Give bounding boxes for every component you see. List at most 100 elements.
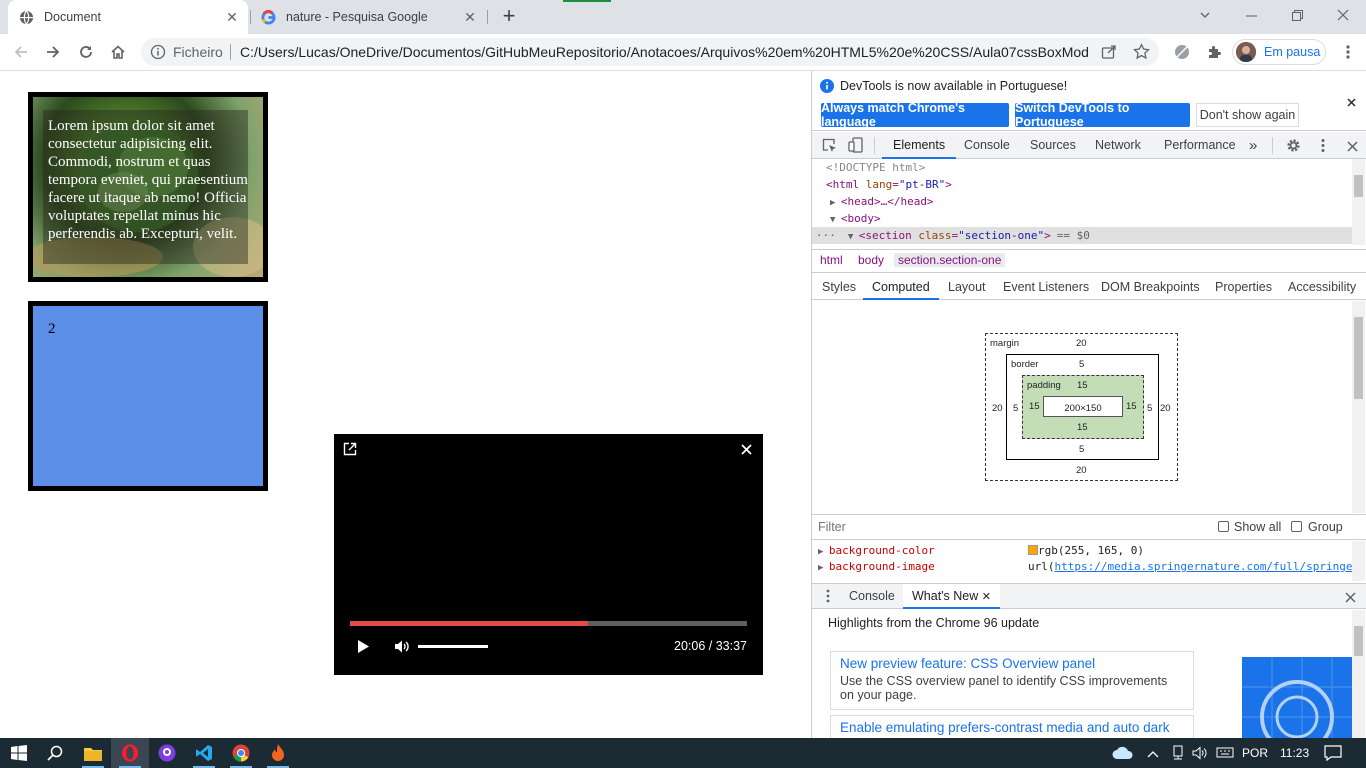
tab-performance[interactable]: Performance	[1164, 132, 1236, 159]
scrollbar-thumb[interactable]	[1354, 317, 1363, 399]
dom-head-node[interactable]: ▶ <head>…</head>	[830, 193, 934, 210]
restore-button[interactable]	[1274, 0, 1320, 30]
volume-icon[interactable]	[1192, 745, 1208, 764]
margin-box[interactable]: margin 20 20 20 20 border 5 5 5 5 paddin…	[985, 333, 1178, 481]
subtab-layout[interactable]: Layout	[948, 274, 986, 300]
back-to-tab-icon[interactable]	[343, 442, 357, 459]
dom-body-node[interactable]: ▼ <body>	[830, 210, 881, 227]
weather-cloud-icon[interactable]	[1112, 744, 1134, 763]
opera-icon[interactable]	[111, 738, 149, 768]
drawer-menu-kebab-icon[interactable]	[826, 589, 830, 606]
bookmark-star-icon[interactable]	[1133, 43, 1150, 63]
subtab-dom-breakpoints[interactable]: DOM Breakpoints	[1101, 274, 1200, 300]
close-tab-icon[interactable]: ✕	[224, 9, 240, 25]
dom-doctype[interactable]: <!DOCTYPE html>	[826, 159, 925, 176]
breadcrumb-html[interactable]: html	[820, 253, 843, 267]
reload-button[interactable]	[72, 38, 100, 66]
picture-in-picture-window[interactable]: 20:06 / 33:37	[334, 434, 763, 675]
address-bar[interactable]: Ficheiro C:/Users/Lucas/OneDrive/Documen…	[141, 38, 1159, 66]
card-title[interactable]: New preview feature: CSS Overview panel	[840, 656, 1184, 671]
switch-portuguese-button[interactable]: Switch DevTools to Portuguese	[1015, 101, 1190, 129]
vscode-icon[interactable]	[185, 738, 223, 768]
tab-network[interactable]: Network	[1095, 132, 1141, 159]
back-button[interactable]	[7, 38, 35, 66]
close-tab-icon[interactable]: ✕	[462, 9, 478, 25]
tab-elements[interactable]: Elements	[882, 132, 957, 159]
app-purple-icon[interactable]	[148, 738, 186, 768]
tab-sources[interactable]: Sources	[1030, 132, 1076, 159]
subtab-properties[interactable]: Properties	[1215, 274, 1272, 300]
keyboard-icon[interactable]	[1216, 745, 1234, 764]
search-icon[interactable]	[36, 738, 74, 768]
content-box[interactable]: 200×150	[1043, 396, 1123, 417]
share-icon[interactable]	[1101, 44, 1117, 63]
property-row[interactable]: ▶ background-color	[818, 544, 935, 557]
close-devtools-icon[interactable]	[1347, 140, 1358, 155]
profile-button[interactable]: Em pausa	[1232, 39, 1326, 65]
chrome-icon[interactable]	[222, 738, 260, 768]
show-all-checkbox[interactable]	[1218, 521, 1229, 532]
home-button[interactable]	[104, 38, 132, 66]
app-flame-icon[interactable]	[259, 738, 297, 768]
computed-scrollbar[interactable]	[1352, 301, 1365, 513]
customize-kebab-icon[interactable]	[1321, 138, 1325, 156]
drawer-tab-console[interactable]: Console	[849, 589, 895, 603]
color-swatch[interactable]	[1028, 545, 1038, 555]
border-box[interactable]: border 5 5 5 5 padding 15 15 15 15 200×1…	[1006, 354, 1159, 460]
close-window-button[interactable]	[1320, 0, 1366, 30]
whats-new-card[interactable]: Enable emulating prefers-contrast media …	[830, 715, 1194, 738]
minimize-button[interactable]	[1228, 0, 1274, 30]
subtab-computed[interactable]: Computed	[863, 274, 939, 300]
card-title[interactable]: Enable emulating prefers-contrast media …	[840, 720, 1184, 735]
dom-scrollbar[interactable]	[1352, 159, 1365, 245]
device-toolbar-icon[interactable]	[848, 137, 863, 156]
tab-search-icon[interactable]	[1182, 0, 1228, 30]
group-checkbox[interactable]	[1291, 521, 1302, 532]
forward-button[interactable]	[39, 38, 67, 66]
tab-nature-search[interactable]: nature - Pesquisa Google ✕	[250, 0, 486, 34]
subtab-styles[interactable]: Styles	[822, 274, 856, 300]
filter-input[interactable]	[818, 518, 1118, 536]
breadcrumb-section[interactable]: section.section-one	[894, 253, 1006, 267]
new-tab-button[interactable]: +	[497, 5, 521, 29]
chevron-up-icon[interactable]	[1147, 747, 1159, 762]
info-icon[interactable]	[150, 44, 166, 60]
whats-new-card[interactable]: New preview feature: CSS Overview panel …	[830, 651, 1194, 710]
input-language[interactable]: POR	[1242, 746, 1268, 760]
video-progress-bar[interactable]	[350, 621, 747, 626]
property-row[interactable]: ▶ background-image	[818, 560, 935, 573]
image-url-link[interactable]: https://media.springernature.com/full/sp…	[1055, 560, 1353, 573]
padding-box[interactable]: padding 15 15 15 15 200×150	[1022, 375, 1144, 439]
dom-html-node[interactable]: <html lang="pt-BR">	[826, 176, 952, 193]
extensions-puzzle-icon[interactable]	[1200, 38, 1228, 66]
volume-icon[interactable]	[394, 639, 410, 657]
properties-scrollbar[interactable]	[1352, 541, 1365, 581]
notifications-icon[interactable]	[1324, 745, 1342, 764]
windows-start-icon[interactable]	[0, 738, 38, 768]
scrollbar-thumb[interactable]	[1354, 626, 1363, 656]
menu-kebab-icon[interactable]	[1334, 38, 1362, 66]
address-url[interactable]: C:/Users/Lucas/OneDrive/Documentos/GitHu…	[240, 44, 1090, 60]
tab-document[interactable]: Document ✕	[8, 0, 248, 34]
match-language-button[interactable]: Always match Chrome's language	[821, 101, 1009, 129]
tab-console[interactable]: Console	[964, 132, 1010, 159]
close-icon[interactable]	[1347, 95, 1356, 110]
clock[interactable]: 11:23	[1280, 746, 1309, 760]
more-tabs-chevron-icon[interactable]: »	[1249, 132, 1257, 159]
drawer-tab-whats-new[interactable]: What's New ✕	[903, 584, 1000, 609]
scrollbar-thumb[interactable]	[1354, 175, 1363, 197]
whats-new-scrollbar[interactable]	[1352, 610, 1365, 738]
breadcrumb-body[interactable]: body	[858, 253, 884, 267]
network-icon[interactable]	[1171, 745, 1185, 764]
gear-icon[interactable]	[1286, 138, 1301, 156]
close-icon[interactable]	[741, 443, 752, 458]
volume-slider[interactable]	[418, 645, 488, 648]
file-explorer-icon[interactable]	[74, 738, 112, 768]
extension-blocked-icon[interactable]	[1168, 38, 1196, 66]
dont-show-again-button[interactable]: Don't show again	[1196, 103, 1299, 127]
subtab-accessibility[interactable]: Accessibility	[1288, 274, 1356, 300]
inspect-element-icon[interactable]	[822, 138, 837, 156]
dom-section-node[interactable]: ··· ▼ <section class="section-one"> == $0	[816, 227, 1090, 244]
close-drawer-icon[interactable]	[1345, 591, 1356, 606]
close-icon[interactable]: ✕	[982, 591, 991, 603]
